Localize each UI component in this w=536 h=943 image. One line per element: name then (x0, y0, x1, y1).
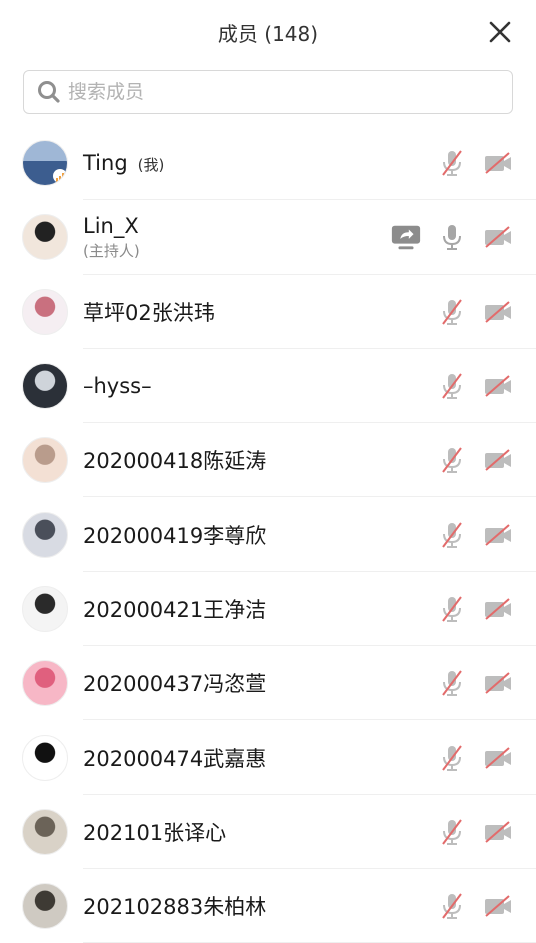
member-controls (422, 296, 514, 328)
camera-off-icon[interactable] (482, 296, 514, 328)
member-role: (主持人) (83, 241, 140, 260)
camera-off-icon[interactable] (482, 519, 514, 551)
member-info: 202000474武嘉惠 (83, 743, 422, 773)
microphone-muted-icon[interactable] (436, 147, 468, 179)
microphone-muted-icon[interactable] (436, 667, 468, 699)
avatar[interactable] (22, 140, 68, 187)
microphone-muted-icon[interactable] (436, 890, 468, 922)
member-list: Ting (我) Lin_X (主持人) 草坪02张洪玮 –hyss– 202000418… (0, 126, 536, 943)
avatar[interactable] (22, 585, 68, 632)
camera-off-icon[interactable] (482, 593, 514, 625)
screen-share-icon[interactable] (390, 221, 422, 253)
camera-off-icon[interactable] (482, 370, 514, 402)
member-row[interactable]: 202101张译心 (0, 795, 536, 870)
avatar[interactable] (22, 808, 68, 855)
member-controls (422, 667, 514, 699)
member-name: –hyss– (83, 374, 152, 399)
microphone-icon[interactable] (436, 221, 468, 253)
avatar[interactable] (22, 288, 68, 335)
member-controls (422, 519, 514, 551)
camera-off-icon[interactable] (482, 667, 514, 699)
member-info: 202000437冯恣萱 (83, 668, 422, 698)
member-controls (422, 816, 514, 848)
member-row[interactable]: Lin_X (主持人) (0, 200, 536, 275)
member-row[interactable]: 202000418陈延涛 (0, 423, 536, 498)
member-name: 202000437冯恣萱 (83, 672, 267, 697)
member-controls (422, 890, 514, 922)
member-info: 202000418陈延涛 (83, 445, 422, 475)
member-controls (422, 742, 514, 774)
search-input[interactable] (66, 80, 470, 104)
member-info: 202101张译心 (83, 817, 422, 847)
member-row[interactable]: 202000421王净洁 (0, 572, 536, 647)
member-row[interactable]: 202000419李尊欣 (0, 497, 536, 573)
member-info: –hyss– (83, 374, 422, 398)
member-info: 202000421王净洁 (83, 594, 422, 624)
avatar[interactable] (22, 660, 68, 707)
microphone-muted-icon[interactable] (436, 742, 468, 774)
camera-off-icon[interactable] (482, 444, 514, 476)
member-info: 草坪02张洪玮 (83, 297, 422, 327)
member-row[interactable]: 草坪02张洪玮 (0, 275, 536, 350)
member-name: 202000419李尊欣 (83, 523, 267, 548)
member-name: 202000421王净洁 (83, 597, 267, 622)
microphone-muted-icon[interactable] (436, 296, 468, 328)
avatar[interactable] (22, 734, 68, 781)
avatar[interactable] (22, 437, 68, 484)
member-row[interactable]: Ting (我) (0, 126, 536, 201)
camera-off-icon[interactable] (482, 147, 514, 179)
member-name: 草坪02张洪玮 (83, 300, 215, 325)
search-box[interactable] (23, 70, 513, 114)
member-name: Ting (83, 151, 128, 176)
member-name: 202000474武嘉惠 (83, 746, 267, 771)
member-row[interactable]: 202102883朱柏林 (0, 869, 536, 943)
member-name: 202102883朱柏林 (83, 895, 267, 920)
member-controls (422, 444, 514, 476)
avatar[interactable] (22, 883, 68, 930)
page-title: 成员 (148) (217, 21, 319, 46)
camera-off-icon[interactable] (482, 816, 514, 848)
close-icon (489, 21, 511, 43)
avatar[interactable] (22, 511, 68, 558)
member-controls (422, 370, 514, 402)
search-icon (38, 81, 60, 103)
member-controls (376, 221, 514, 253)
member-row[interactable]: 202000474武嘉惠 (0, 720, 536, 795)
member-tag: (我) (137, 156, 165, 175)
camera-off-icon[interactable] (482, 221, 514, 253)
member-info: Lin_X (主持人) (83, 214, 376, 261)
microphone-muted-icon[interactable] (436, 519, 468, 551)
member-controls (422, 147, 514, 179)
member-controls (422, 593, 514, 625)
close-button[interactable] (486, 18, 514, 46)
microphone-muted-icon[interactable] (436, 593, 468, 625)
member-name: 202000418陈延涛 (83, 449, 267, 474)
camera-off-icon[interactable] (482, 742, 514, 774)
member-row[interactable]: 202000437冯恣萱 (0, 646, 536, 721)
camera-off-icon[interactable] (482, 890, 514, 922)
member-name: Lin_X (83, 213, 139, 238)
member-row[interactable]: –hyss– (0, 349, 536, 424)
member-info: 202102883朱柏林 (83, 891, 422, 921)
avatar[interactable] (22, 214, 68, 261)
microphone-muted-icon[interactable] (436, 444, 468, 476)
header: 成员 (148) (0, 0, 536, 64)
signal-icon (53, 169, 67, 184)
microphone-muted-icon[interactable] (436, 816, 468, 848)
member-name: 202101张译心 (83, 820, 227, 845)
member-info: Ting (我) (83, 151, 422, 175)
microphone-muted-icon[interactable] (436, 370, 468, 402)
member-info: 202000419李尊欣 (83, 520, 422, 550)
avatar[interactable] (22, 363, 68, 410)
